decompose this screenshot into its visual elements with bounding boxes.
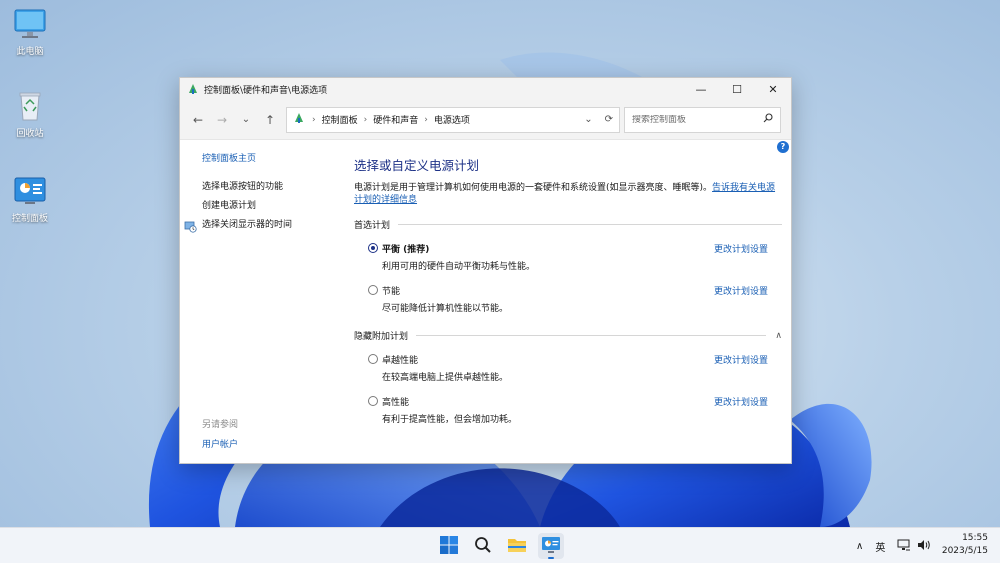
plan-high-performance-radio[interactable] xyxy=(368,396,378,406)
recycle-bin-icon xyxy=(13,90,47,122)
monitor-icon xyxy=(13,8,47,40)
power-options-window: 控制面板\硬件和声音\电源选项 — ☐ ✕ ← → ⌄ ↑ › 控制面板 › 硬… xyxy=(179,77,792,464)
maximize-button[interactable]: ☐ xyxy=(719,78,755,100)
volume-icon[interactable] xyxy=(917,539,931,554)
control-panel-icon xyxy=(541,536,561,557)
breadcrumb-hardware-sound[interactable]: 硬件和声音 xyxy=(373,113,418,126)
main-pane: 选择或自定义电源计划 电源计划是用于管理计算机如何使用电源的一套硬件和系统设置(… xyxy=(354,155,782,434)
plan-power-saver-radio[interactable] xyxy=(368,285,378,295)
preferred-plans-header: 首选计划 xyxy=(354,218,782,231)
display-clock-icon xyxy=(184,220,197,233)
start-icon xyxy=(440,535,458,557)
search-input[interactable] xyxy=(632,114,763,125)
power-options-icon xyxy=(187,83,199,95)
title-bar[interactable]: 控制面板\硬件和声音\电源选项 — ☐ ✕ xyxy=(180,78,791,100)
minimize-button[interactable]: — xyxy=(683,78,719,100)
intro-paragraph: 电源计划是用于管理计算机如何使用电源的一套硬件和系统设置(如显示器亮度、睡眠等)… xyxy=(354,182,782,206)
control-panel-home-link[interactable]: 控制面板主页 xyxy=(202,151,342,164)
divider xyxy=(416,335,766,336)
clock-time: 15:55 xyxy=(962,533,988,543)
refresh-icon[interactable]: ⟳ xyxy=(605,114,613,125)
control-panel-small-icon xyxy=(293,112,305,127)
breadcrumb-separator: › xyxy=(312,114,316,125)
task-display-off-time-label: 选择关闭显示器的时间 xyxy=(202,220,293,230)
breadcrumb-separator: › xyxy=(424,114,428,125)
plan-balanced: 平衡 (推荐) 利用可用的硬件自动平衡功耗与性能。 更改计划设置 xyxy=(354,239,782,281)
plan-high-performance: 高性能 有利于提高性能，但会增加功耗。 更改计划设置 xyxy=(354,392,782,434)
back-button[interactable]: ← xyxy=(186,108,210,132)
intro-text: 电源计划是用于管理计算机如何使用电源的一套硬件和系统设置(如显示器亮度、睡眠等)… xyxy=(354,183,713,193)
taskbar-file-explorer[interactable] xyxy=(504,533,530,559)
page-title: 选择或自定义电源计划 xyxy=(354,158,480,173)
hidden-plans-header[interactable]: 隐藏附加计划 ∧ xyxy=(354,329,782,343)
task-display-off-time[interactable]: 选择关闭显示器的时间 xyxy=(184,220,342,239)
task-choose-power-button[interactable]: 选择电源按钮的功能 xyxy=(202,182,342,201)
change-plan-settings-link[interactable]: 更改计划设置 xyxy=(714,395,768,408)
address-bar[interactable]: › 控制面板 › 硬件和声音 › 电源选项 ⌄ ⟳ xyxy=(286,106,620,133)
plan-ultimate-performance-radio[interactable] xyxy=(368,354,378,364)
search-icon xyxy=(474,536,492,557)
file-explorer-icon xyxy=(507,536,527,557)
preferred-plans-label: 首选计划 xyxy=(354,221,391,231)
search-box[interactable] xyxy=(624,106,781,133)
hidden-plans-label: 隐藏附加计划 xyxy=(354,332,409,342)
change-plan-settings-link[interactable]: 更改计划设置 xyxy=(714,353,768,366)
plan-description: 在较高端电脑上提供卓越性能。 xyxy=(382,373,509,383)
taskbar: ∧ 英 15:55 2023/5/15 xyxy=(0,527,1000,563)
search-icon[interactable] xyxy=(763,113,773,126)
plan-description: 利用可用的硬件自动平衡功耗与性能。 xyxy=(382,262,536,272)
forward-button[interactable]: → xyxy=(210,108,234,132)
see-also-header: 另请参阅 xyxy=(202,420,239,430)
content-area: ? 控制面板主页 选择电源按钮的功能 创建电源计划 选择关闭显示器的时间 另请参… xyxy=(180,141,791,463)
change-plan-settings-link[interactable]: 更改计划设置 xyxy=(714,284,768,297)
plan-description: 有利于提高性能，但会增加功耗。 xyxy=(382,415,518,425)
plan-ultimate-performance: 卓越性能 在较高端电脑上提供卓越性能。 更改计划设置 xyxy=(354,350,782,392)
change-plan-settings-link[interactable]: 更改计划设置 xyxy=(714,242,768,255)
start-button[interactable] xyxy=(436,533,462,559)
divider xyxy=(398,224,782,225)
breadcrumb-separator: › xyxy=(363,114,368,125)
network-icon[interactable] xyxy=(897,539,911,554)
plan-balanced-radio[interactable] xyxy=(368,243,378,253)
taskbar-search-button[interactable] xyxy=(470,533,496,559)
clock[interactable]: 15:55 2023/5/15 xyxy=(942,532,988,558)
collapse-chevron-icon[interactable]: ∧ xyxy=(768,331,782,341)
up-button[interactable]: ↑ xyxy=(258,108,282,132)
system-tray: ∧ 英 xyxy=(856,528,931,563)
control-panel-icon xyxy=(13,175,47,207)
user-accounts-link[interactable]: 用户帐户 xyxy=(202,440,238,450)
help-icon[interactable]: ? xyxy=(777,141,789,153)
plan-description: 尽可能降低计算机性能以节能。 xyxy=(382,304,509,314)
desktop-icon-this-pc[interactable]: 此电脑 xyxy=(0,8,60,57)
clock-date: 2023/5/15 xyxy=(941,546,988,556)
window-title: 控制面板\硬件和声音\电源选项 xyxy=(204,85,328,96)
desktop-icon-recycle-bin[interactable]: 回收站 xyxy=(0,90,60,139)
plan-power-saver: 节能 尽可能降低计算机性能以节能。 更改计划设置 xyxy=(354,281,782,323)
left-task-pane: 控制面板主页 选择电源按钮的功能 创建电源计划 选择关闭显示器的时间 另请参阅 … xyxy=(184,151,342,450)
breadcrumb-control-panel[interactable]: 控制面板 xyxy=(322,113,358,126)
address-dropdown-icon[interactable]: ⌄ xyxy=(584,114,592,125)
input-method-indicator[interactable]: 英 xyxy=(875,539,885,554)
show-hidden-icons-button[interactable]: ∧ xyxy=(856,541,863,552)
breadcrumb-power-options[interactable]: 电源选项 xyxy=(434,113,470,126)
see-also-section: 另请参阅 用户帐户 xyxy=(202,417,238,450)
desktop-icon-control-panel[interactable]: 控制面板 xyxy=(0,175,60,224)
navigation-bar: ← → ⌄ ↑ › 控制面板 › 硬件和声音 › 电源选项 ⌄ ⟳ xyxy=(180,100,791,140)
close-button[interactable]: ✕ xyxy=(755,78,791,100)
recent-locations-button[interactable]: ⌄ xyxy=(234,108,258,132)
taskbar-control-panel[interactable] xyxy=(538,533,564,559)
task-create-power-plan[interactable]: 创建电源计划 xyxy=(202,201,342,220)
